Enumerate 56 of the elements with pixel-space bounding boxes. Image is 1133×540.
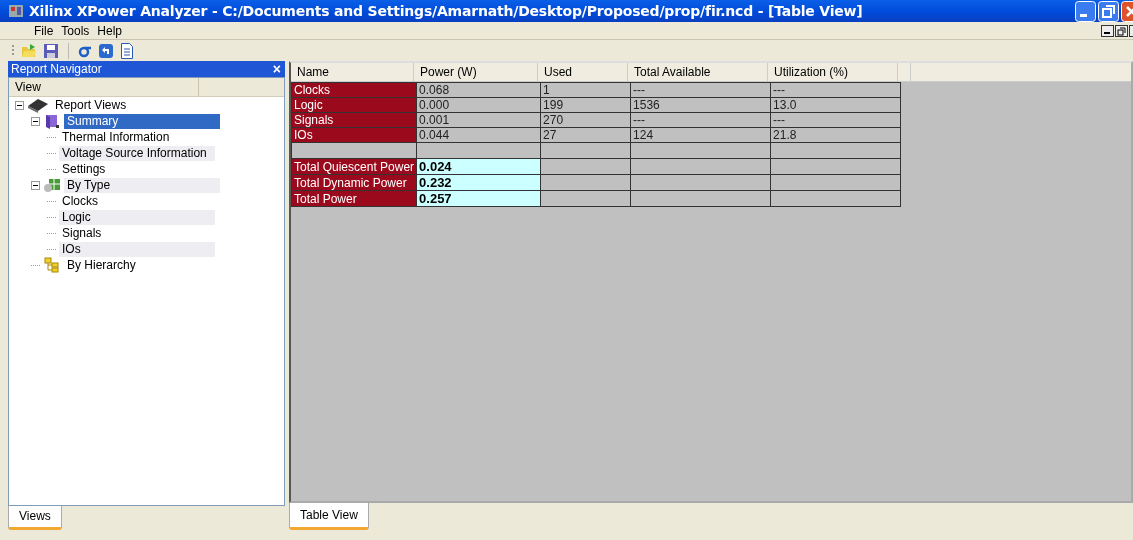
tab[interactable]: Views [8,506,62,530]
table-cell: 124 [630,127,771,143]
table-cell: --- [630,112,771,128]
tree-item[interactable]: Thermal Information [59,129,215,145]
column-header[interactable]: Total Available [628,63,768,81]
column-header[interactable]: Used [538,63,628,81]
book-icon [43,113,61,129]
table-cell: 0.044 [416,127,541,143]
grip-icon [12,43,15,58]
table-cell: 199 [540,97,631,113]
collapse-icon[interactable] [31,116,40,126]
table-cell: --- [770,112,901,128]
close-button[interactable] [1121,0,1133,22]
table-cell: 13.0 [770,97,901,113]
menu-item[interactable]: Help [93,23,127,38]
collapse-icon[interactable] [15,100,24,110]
tree-item[interactable]: Signals [59,225,215,241]
tree-item[interactable]: Clocks [59,193,215,209]
column-header[interactable]: Utilization (%) [768,63,898,81]
app-icon [8,3,24,19]
menu-item[interactable]: File [30,23,58,38]
save-icon[interactable] [43,42,59,59]
tree-item[interactable]: By Type [64,177,220,193]
menu-item[interactable]: Tools [57,23,94,38]
tree-item[interactable]: IOs [59,241,215,257]
tree-item[interactable]: Logic [59,209,215,225]
table-cell: --- [770,82,901,98]
table-cell: 27 [540,127,631,143]
collapse-icon[interactable] [31,180,40,190]
window-title: Xilinx XPower Analyzer - C:/Documents and Settings/Amarnath/Desktop/Proposed/prop/fir.ncd - [Table View] [29,3,864,19]
table-cell: 1 [540,82,631,98]
column-header[interactable]: Power (W) [414,63,538,81]
tree-item[interactable]: Summary [64,113,220,129]
table-cell: --- [630,82,771,98]
restore-button[interactable] [1098,0,1119,22]
table-cell: 0.068 [416,82,541,98]
table-cell: 0.001 [416,112,541,128]
table-cell: 21.8 [770,127,901,143]
close-button[interactable]: × [272,61,281,77]
panel-title: Report Navigator [11,62,102,76]
column-header[interactable]: Name [291,63,414,81]
table-cell: 270 [540,112,631,128]
document-icon[interactable] [120,42,134,59]
table-cell: 0.000 [416,97,541,113]
grid-icon [43,177,61,193]
tree-item[interactable]: By Hierarchy [64,257,220,273]
chip-icon [27,97,49,113]
table-cell: 1536 [630,97,771,113]
hierarchy-icon [43,257,61,273]
tree-item[interactable]: Voltage Source Information [59,145,215,161]
table-cell: Clocks [291,82,417,98]
tree-item[interactable]: Settings [59,161,215,177]
minimize-button[interactable] [1075,0,1096,22]
mdi-minimize-button[interactable] [1101,24,1114,37]
tree-item[interactable]: Report Views [52,97,130,113]
tab[interactable]: Table View [289,503,369,530]
